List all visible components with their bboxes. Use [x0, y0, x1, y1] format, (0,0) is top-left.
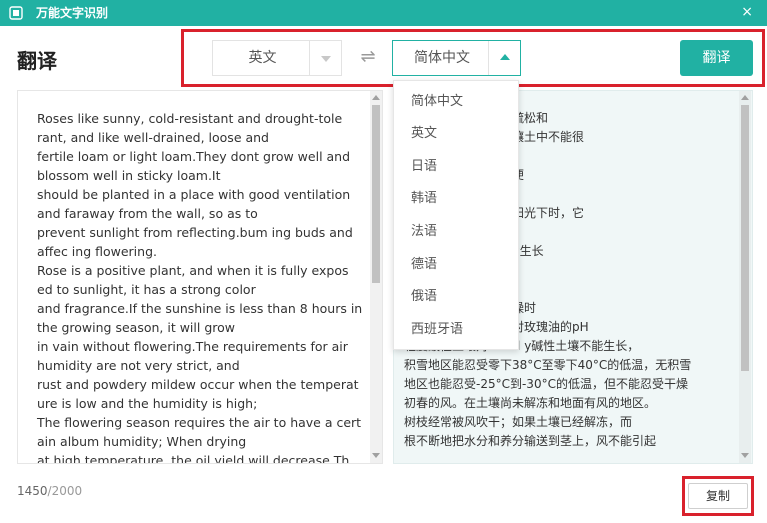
source-line: rant, and like well-drained, loose and: [37, 130, 269, 145]
source-line: and faraway from the wall, so as to: [37, 206, 258, 221]
source-scroll-thumb[interactable]: [372, 105, 380, 283]
language-option-korean[interactable]: 韩语: [411, 189, 437, 209]
source-line: in vain without flowering.The requiremen…: [37, 339, 348, 354]
close-icon[interactable]: ×: [741, 4, 753, 20]
translate-button[interactable]: 翻译: [680, 40, 753, 76]
source-text: Roses like sunny, cold-resistant and dro…: [37, 109, 367, 464]
source-text-area[interactable]: Roses like sunny, cold-resistant and dro…: [17, 90, 383, 464]
target-language-select[interactable]: 简体中文: [392, 40, 521, 76]
character-count: 1450/2000: [17, 484, 82, 498]
translated-line: 根不断地把水分和养分输送到茎上，风不能引起: [404, 434, 657, 448]
source-line: rust and powdery mildew occur when the t…: [37, 377, 359, 392]
language-option-japanese[interactable]: 日语: [411, 157, 437, 177]
title-bar: 万能文字识别 ×: [0, 0, 767, 26]
chevron-down-icon: [321, 56, 331, 62]
scroll-down-arrow-icon[interactable]: [372, 453, 380, 458]
source-line: humidity are not very strict, and: [37, 358, 240, 373]
scroll-up-arrow-icon[interactable]: [372, 95, 380, 100]
source-line: ure is low and the humidity is high;: [37, 396, 258, 411]
translated-line: 初春的风。在土壤尚未解冻和地面有风的地区。: [404, 396, 657, 410]
source-line: ain album humidity; When drying: [37, 434, 247, 449]
app-logo-icon: [9, 6, 23, 20]
language-option-spanish[interactable]: 西班牙语: [411, 320, 463, 340]
copy-button[interactable]: 复制: [688, 483, 748, 509]
source-line: fertile loam or light loam.They dont gro…: [37, 149, 351, 164]
swap-languages-icon[interactable]: ⇌: [358, 45, 378, 69]
translated-line: 树枝经常被风吹干；如果土壤已经解冻，而: [404, 415, 633, 429]
source-line: Rose is a positive plant, and when it is…: [37, 263, 349, 278]
source-line: the growing season, it will grow: [37, 320, 235, 335]
source-language-value: 英文: [248, 50, 277, 66]
character-count-current: 1450: [17, 484, 48, 498]
result-scrollbar[interactable]: [739, 91, 751, 463]
source-line: blossom well in sticky loam.It: [37, 168, 221, 183]
language-option-english[interactable]: 英文: [411, 124, 437, 144]
scroll-down-arrow-icon[interactable]: [741, 453, 749, 458]
language-option-russian[interactable]: 俄语: [411, 287, 437, 307]
language-option-french[interactable]: 法语: [411, 222, 437, 242]
source-line: should be planted in a place with good v…: [37, 187, 351, 202]
source-line: at high temperature, the oil yield will …: [37, 453, 350, 464]
source-line: ed to sunlight, it has a strong color: [37, 282, 256, 297]
language-option-german[interactable]: 德语: [411, 255, 437, 275]
source-language-select[interactable]: 英文: [212, 40, 342, 76]
source-line: affec ing flowering.: [37, 244, 157, 259]
source-line: Roses like sunny, cold-resistant and dro…: [37, 111, 343, 126]
source-line: prevent sunlight from reflecting.bum ing…: [37, 225, 353, 240]
language-option-simplified-chinese[interactable]: 简体中文: [411, 92, 463, 112]
page-title: 翻译: [17, 49, 57, 73]
target-language-value: 简体中文: [414, 50, 470, 66]
source-language-dropdown-toggle[interactable]: [309, 41, 341, 75]
character-count-max: /2000: [47, 484, 83, 498]
translated-line: 地区也能忍受-25°C到-30°C的低温，但不能忍受干燥: [404, 377, 688, 391]
scroll-up-arrow-icon[interactable]: [741, 95, 749, 100]
result-scroll-thumb[interactable]: [741, 105, 749, 371]
translated-line: 积雪地区能忍受零下38°C至零下40°C的低温，无积雪: [404, 358, 692, 372]
target-language-dropdown: 简体中文 英文 日语 韩语 法语 德语 俄语 西班牙语: [393, 80, 519, 350]
source-scrollbar[interactable]: [370, 91, 382, 463]
source-line: and fragrance.If the sunshine is less th…: [37, 301, 363, 316]
chevron-up-icon: [500, 54, 510, 60]
target-language-dropdown-toggle[interactable]: [488, 41, 520, 75]
source-line: The flowering season requires the air to…: [37, 415, 362, 430]
window-title: 万能文字识别: [36, 6, 109, 20]
